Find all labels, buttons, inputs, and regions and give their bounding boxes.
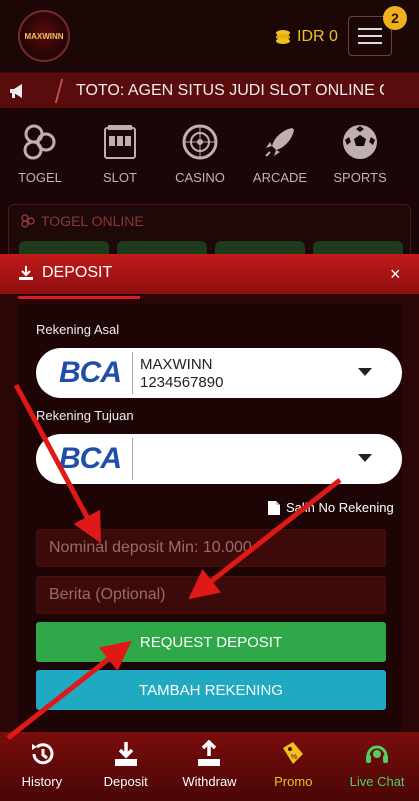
divider <box>132 438 133 480</box>
logo-text: MAXWINN <box>24 31 64 41</box>
nav-label: Live Chat <box>349 774 405 789</box>
chevron-down-icon <box>358 368 372 376</box>
game-label: TOGEL <box>18 170 62 185</box>
download-icon <box>19 266 33 280</box>
togel-title-text: TOGEL ONLINE <box>41 213 144 229</box>
source-account-name: MAXWINN <box>140 356 213 373</box>
svg-text:%: % <box>291 754 297 761</box>
upload-icon <box>198 740 221 766</box>
nav-live-chat[interactable]: Live Chat <box>335 732 419 801</box>
source-account-info: MAXWINN 1234567890 <box>140 356 223 392</box>
nav-withdraw[interactable]: Withdraw <box>168 732 252 801</box>
download-icon <box>114 742 137 766</box>
nav-promo[interactable]: % Promo <box>251 732 335 801</box>
slot-machine-icon <box>104 125 136 159</box>
game-category-nav: TOGEL SLOT CASINO ARCADE SPORTS <box>0 108 419 198</box>
source-account-number: 1234567890 <box>140 374 224 391</box>
deposit-note-input[interactable]: Berita (Optional) <box>36 576 386 614</box>
copy-account-number-label: Salin No Rekening <box>286 500 394 515</box>
bottom-nav: History Deposit Withdraw % Promo Live Ch… <box>0 732 419 801</box>
game-slot[interactable]: SLOT <box>80 108 160 198</box>
redacted-account-info <box>140 442 300 476</box>
modal-header: DEPOSIT × <box>0 254 419 294</box>
promo-tag-icon: % <box>283 742 304 764</box>
modal-title: DEPOSIT <box>18 264 112 282</box>
chevron-down-icon <box>358 454 372 462</box>
roulette-icon <box>182 124 218 160</box>
game-sports[interactable]: SPORTS <box>320 108 400 198</box>
bca-logo: BCA <box>50 442 130 476</box>
game-label: CASINO <box>175 170 225 185</box>
lottery-balls-icon <box>23 124 56 160</box>
notification-badge: 2 <box>383 6 407 30</box>
history-icon <box>31 743 54 765</box>
target-account-label: Rekening Tujuan <box>36 408 134 423</box>
announcement-bar: TOTO: AGEN SITUS JUDI SLOT ONLINE GACOR <box>0 72 419 108</box>
nav-deposit[interactable]: Deposit <box>84 732 168 801</box>
game-togel[interactable]: TOGEL <box>0 108 80 198</box>
deposit-amount-input[interactable]: Nominal deposit Min: 10.000 <box>36 529 386 567</box>
lottery-balls-icon <box>21 214 35 228</box>
close-icon[interactable]: × <box>390 264 401 285</box>
marquee-divider <box>54 79 72 103</box>
nav-label: Deposit <box>103 774 148 789</box>
copy-account-number-button[interactable]: Salin No Rekening <box>268 500 394 515</box>
nav-label: Promo <box>274 774 313 789</box>
deposit-modal: DEPOSIT × Rekening Asal BCA MAXWINN 1234… <box>0 254 419 738</box>
balance-value: IDR 0 <box>297 28 338 45</box>
menu-bar <box>358 42 382 44</box>
menu-bar <box>358 28 382 30</box>
game-label: SPORTS <box>333 170 387 185</box>
game-arcade[interactable]: ARCADE <box>240 108 320 198</box>
target-account-select[interactable]: BCA <box>36 434 402 484</box>
game-label: ARCADE <box>252 170 308 185</box>
balance-display: IDR 0 <box>275 28 338 46</box>
source-account-label: Rekening Asal <box>36 322 120 337</box>
modal-title-text: DEPOSIT <box>42 264 113 281</box>
document-icon <box>268 500 280 515</box>
menu-bar <box>358 35 382 37</box>
nav-label: History <box>21 774 63 789</box>
top-header: MAXWINN IDR 0 2 <box>0 0 419 72</box>
announcement-text: TOTO: AGEN SITUS JUDI SLOT ONLINE GACOR <box>76 82 384 99</box>
nav-label: Withdraw <box>182 774 237 789</box>
rocket-icon <box>265 128 294 157</box>
request-deposit-button[interactable]: REQUEST DEPOSIT <box>36 622 386 662</box>
active-tab-underline <box>18 296 140 299</box>
game-casino[interactable]: CASINO <box>160 108 240 198</box>
coin-icon <box>276 30 290 44</box>
game-label: SLOT <box>103 170 137 185</box>
nav-history[interactable]: History <box>0 732 84 801</box>
headset-icon <box>366 745 389 763</box>
soccer-ball-icon <box>343 125 377 159</box>
megaphone-icon <box>10 84 22 98</box>
source-account-select[interactable]: BCA MAXWINN 1234567890 <box>36 348 402 398</box>
site-logo[interactable]: MAXWINN <box>18 10 70 62</box>
togel-section-title: TOGEL ONLINE <box>21 213 144 229</box>
add-account-button[interactable]: TAMBAH REKENING <box>36 670 386 710</box>
bca-logo: BCA <box>50 356 130 390</box>
divider <box>132 352 133 394</box>
